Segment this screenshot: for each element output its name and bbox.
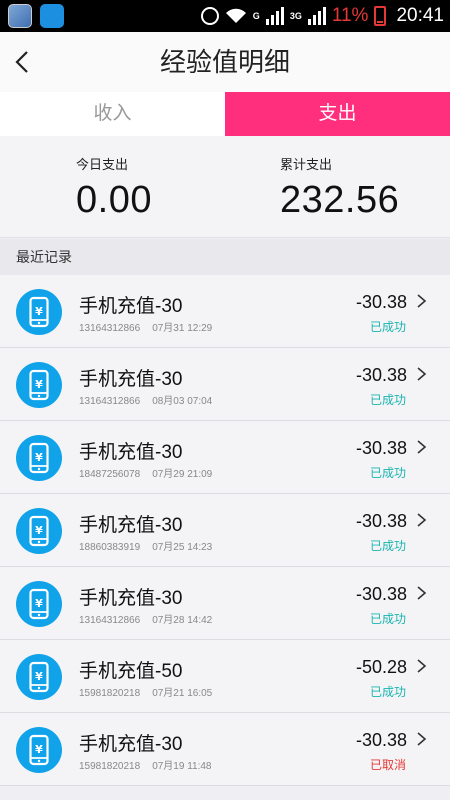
tab-expense[interactable]: 支出 [225,92,450,136]
status-indicators: G 3G 11% 20:41 [200,0,444,32]
record-title: 手机充值-30 [79,369,183,390]
svg-text:¥: ¥ [35,305,43,318]
record-row[interactable]: ¥ 手机充值-30 13164312866 07月28 14:42 -30.38 … [0,567,450,640]
svg-text:¥: ¥ [35,670,43,683]
signal-icon-2 [307,7,326,25]
record-phone: 15981820218 [79,688,141,699]
record-amount: -30.38 [355,365,407,385]
wifi-icon [225,8,246,23]
record-amount: -30.38 [355,438,407,458]
chevron-right-icon [417,294,427,308]
tab-income[interactable]: 收入 [0,92,225,136]
record-amount: -30.38 [355,584,407,604]
page-title: 经验值明细 [159,47,290,77]
record-title: 手机充值-30 [79,588,183,609]
total-expense: 累计支出 232.56 [280,154,399,222]
svg-text:¥: ¥ [35,378,43,391]
phone-recharge-icon: ¥ [16,727,62,773]
chevron-right-icon [417,440,427,454]
record-amount: -50.28 [355,657,407,677]
network-type-label: G [252,11,260,21]
record-phone: 18860383919 [79,542,141,553]
record-status: 已成功 [369,612,406,626]
record-datetime: 07月28 14:42 [152,615,213,626]
app-header: 经验值明细 [0,32,450,92]
battery-percent: 11% [331,5,369,26]
record-title: 手机充值-30 [79,442,183,463]
record-amount: -30.38 [355,730,407,750]
phone-recharge-icon: ¥ [16,289,62,335]
record-amount: -30.38 [355,511,407,531]
record-meta: 18860383919 07月25 14:23 [79,538,212,553]
record-phone: 15981820218 [79,761,141,772]
chevron-right-icon [417,513,427,527]
svg-text:¥: ¥ [35,597,43,610]
record-row[interactable]: ¥ 手机充值-30 15981820218 07月19 11:48 -30.38 … [0,713,450,786]
notification-icons [8,4,64,28]
record-datetime: 07月19 11:48 [152,761,212,772]
record-meta: 15981820218 07月21 16:05 [79,684,212,699]
record-status: 已取消 [369,758,406,772]
chevron-right-icon [417,367,427,381]
record-meta: 18487256078 07月29 21:09 [79,465,212,480]
record-datetime: 08月03 07:04 [152,396,213,407]
svg-text:¥: ¥ [35,743,43,756]
record-phone: 18487256078 [79,469,141,480]
record-status: 已成功 [369,393,406,407]
record-title: 手机充值-30 [79,734,183,755]
record-row[interactable]: ¥ 手机充值-50 15981820218 07月21 16:05 -50.28 … [0,640,450,713]
status-bar: G 3G 11% 20:41 [0,0,450,32]
phone-recharge-icon: ¥ [16,435,62,481]
chevron-right-icon [417,732,427,746]
app-notification-icon [8,4,32,28]
svg-text:¥: ¥ [35,524,43,537]
phone-recharge-icon: ¥ [16,362,62,408]
expense-summary: 今日支出 0.00 累计支出 232.56 [0,136,450,238]
phone-recharge-icon: ¥ [16,581,62,627]
record-phone: 13164312866 [79,323,141,334]
recent-records-header: 最近记录 [0,239,450,275]
record-meta: 13164312866 08月03 07:04 [79,392,212,407]
record-title: 手机充值-50 [79,661,183,682]
record-row[interactable]: ¥ 手机充值-30 13164312866 08月03 07:04 -30.38 … [0,348,450,421]
record-datetime: 07月25 14:23 [152,542,213,553]
records-list: ¥ 手机充值-30 13164312866 07月31 12:29 -30.38 … [0,275,450,786]
tab-bar: 收入 支出 [0,92,450,136]
total-expense-value: 232.56 [280,179,400,221]
record-amount: -30.38 [355,292,407,312]
today-expense-value: 0.00 [76,179,152,221]
record-row[interactable]: ¥ 手机充值-30 13164312866 07月31 12:29 -30.38 … [0,275,450,348]
record-datetime: 07月29 21:09 [152,469,213,480]
record-meta: 13164312866 07月31 12:29 [79,319,212,334]
alarm-icon [200,7,219,25]
qq-notification-icon [40,4,64,28]
chevron-right-icon [417,586,427,600]
record-row[interactable]: ¥ 手机充值-30 18487256078 07月29 21:09 -30.38 … [0,421,450,494]
total-expense-label: 累计支出 [280,157,333,172]
today-expense: 今日支出 0.00 [76,154,152,222]
record-datetime: 07月31 12:29 [152,323,213,334]
clock: 20:41 [396,5,444,26]
record-status: 已成功 [369,685,406,699]
svg-text:¥: ¥ [35,451,43,464]
record-status: 已成功 [369,539,406,553]
record-status: 已成功 [369,466,406,480]
record-row[interactable]: ¥ 手机充值-30 18860383919 07月25 14:23 -30.38 … [0,494,450,567]
record-title: 手机充值-30 [79,515,183,536]
record-meta: 13164312866 07月28 14:42 [79,611,212,626]
battery-icon [374,6,387,26]
today-expense-label: 今日支出 [76,157,129,172]
record-phone: 13164312866 [79,615,141,626]
record-datetime: 07月21 16:05 [152,688,213,699]
record-phone: 13164312866 [79,396,141,407]
chevron-right-icon [417,659,427,673]
record-status: 已成功 [369,320,406,334]
signal-icon [265,7,284,25]
phone-recharge-icon: ¥ [16,508,62,554]
phone-recharge-icon: ¥ [16,654,62,700]
network-type-label-2: 3G [289,11,302,21]
record-meta: 15981820218 07月19 11:48 [79,757,212,772]
record-title: 手机充值-30 [79,296,183,317]
